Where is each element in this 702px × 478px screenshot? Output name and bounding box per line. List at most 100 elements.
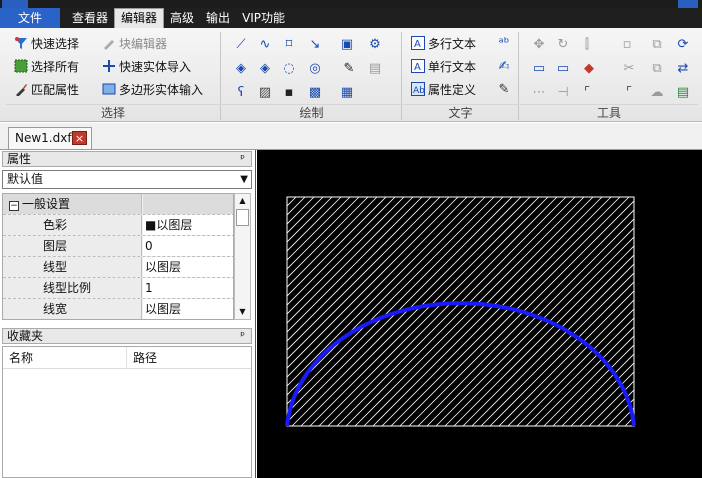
- rotate-icon[interactable]: ↻: [554, 36, 572, 54]
- tools-group: ✥ ↻ ⫿ ▫ ⧉ ⟳ ▭ ▭ ◆ ✂ ⧉ ⇄ ⋯ ⊣ ⌜ ⌜ ☁ ▤ 工具: [520, 32, 698, 120]
- stretch-icon[interactable]: ▭: [554, 60, 572, 78]
- favorites-panel-header: 收藏夹 ᵖ: [2, 328, 252, 344]
- drawing-svg: [285, 196, 636, 427]
- ellipse-tool-icon[interactable]: ◎: [306, 60, 324, 78]
- link-icon[interactable]: ⇄: [674, 60, 692, 78]
- property-row[interactable]: 线型比例 1: [3, 278, 233, 299]
- quick-entity-import-button[interactable]: 快速实体导入: [102, 57, 191, 77]
- image-tool-icon[interactable]: ▩: [306, 84, 324, 102]
- hatch-line: [381, 197, 612, 426]
- menu-vip[interactable]: VIP功能: [236, 8, 291, 28]
- import-icon: [102, 59, 116, 73]
- properties-panel-header: 属性 ᵖ: [2, 151, 252, 167]
- copy-icon[interactable]: ⧉: [648, 36, 666, 54]
- property-value[interactable]: ■以图层: [143, 215, 233, 235]
- column-path-header[interactable]: 路径: [127, 347, 157, 368]
- pencil-tool-icon[interactable]: ✎: [340, 60, 358, 78]
- menu-viewer[interactable]: 查看器: [66, 8, 114, 28]
- attribute-definition-button[interactable]: Ab 属性定义: [411, 80, 476, 100]
- chevron-down-icon[interactable]: ▼: [240, 171, 248, 188]
- hatch-line: [471, 263, 634, 426]
- properties-title: 属性: [7, 152, 32, 166]
- hatch-tool-icon[interactable]: ▨: [256, 84, 274, 102]
- single-text-button[interactable]: A 单行文本: [411, 57, 476, 77]
- select-all-button[interactable]: 选择所有: [14, 57, 79, 77]
- block-editor-button[interactable]: 块编辑器: [102, 34, 167, 54]
- document-tab[interactable]: New1.dxf ×: [8, 127, 92, 149]
- hatch-line: [570, 362, 634, 426]
- point-tool-icon[interactable]: ▪: [280, 84, 298, 102]
- property-scrollbar[interactable]: ▲ ▼: [234, 193, 251, 320]
- text-style-icon[interactable]: ᵃᵇ: [495, 35, 513, 53]
- paste-icon[interactable]: ⧉: [648, 60, 666, 78]
- collapse-icon[interactable]: −: [9, 201, 19, 211]
- mtext-button[interactable]: A 多行文本: [411, 34, 476, 54]
- move-icon[interactable]: ✥: [530, 36, 548, 54]
- text-pencil-icon[interactable]: ✎: [495, 81, 513, 99]
- mirror-icon[interactable]: ⫿: [578, 36, 596, 54]
- property-selector[interactable]: 默认值 ▼: [2, 170, 252, 189]
- pin-icon[interactable]: ᵖ: [240, 152, 245, 166]
- dots-icon[interactable]: ⋯: [530, 84, 548, 102]
- fillet-icon[interactable]: ⌜: [578, 84, 596, 102]
- edit-dropdown-icon[interactable]: ▤: [366, 60, 384, 78]
- favorites-pin-icon[interactable]: ᵖ: [240, 329, 245, 343]
- menu-editor[interactable]: 编辑器: [114, 8, 165, 28]
- menubar: 文件 查看器 编辑器 高级 输出 VIP功能: [0, 8, 702, 28]
- table-tool-icon[interactable]: ▦: [338, 84, 356, 102]
- line-tool-icon[interactable]: ⟋: [232, 36, 250, 54]
- shape-dropdown-icon[interactable]: ⚙: [366, 36, 384, 54]
- color-picker-icon[interactable]: ◆: [580, 60, 598, 78]
- property-value[interactable]: 0: [143, 236, 233, 256]
- arc-tool-icon[interactable]: ◌: [280, 60, 298, 78]
- property-row[interactable]: 色彩 ■以图层: [3, 215, 233, 236]
- explode-icon[interactable]: ✂: [620, 60, 638, 78]
- text-edit-icon[interactable]: ✍: [495, 58, 513, 76]
- scroll-up-icon[interactable]: ▲: [235, 194, 250, 208]
- property-row[interactable]: 线宽 以图层: [3, 299, 233, 319]
- document-tab-name: New1.dxf: [15, 131, 72, 145]
- insert-block-icon[interactable]: ▣: [338, 36, 356, 54]
- refresh-icon[interactable]: ⟳: [674, 36, 692, 54]
- scroll-thumb[interactable]: [236, 209, 249, 226]
- revcloud-tool-icon[interactable]: ʕ: [232, 84, 250, 102]
- hatch-line: [345, 197, 576, 426]
- hatch-line: [336, 197, 567, 426]
- hatch-line: [444, 236, 634, 426]
- quick-select-button[interactable]: 快速选择: [14, 34, 79, 54]
- draw-group-label: 绘制: [222, 104, 401, 120]
- menu-output[interactable]: 输出: [200, 8, 236, 28]
- cloud-icon[interactable]: ☁: [648, 84, 666, 102]
- polyline-tool-icon[interactable]: ∿: [256, 36, 274, 54]
- property-value[interactable]: 1: [143, 278, 233, 298]
- select-group-label: 选择: [6, 104, 220, 120]
- property-value[interactable]: 以图层: [143, 257, 233, 277]
- menu-file[interactable]: 文件: [0, 8, 60, 28]
- property-category-row[interactable]: − 一般设置: [3, 194, 233, 215]
- circle3p-tool-icon[interactable]: ◈: [256, 60, 274, 78]
- arc-entity[interactable]: [285, 301, 636, 427]
- export-icon[interactable]: ▤: [674, 84, 692, 102]
- match-properties-button[interactable]: 匹配属性: [14, 80, 79, 100]
- rectangle-tool-icon[interactable]: ⌑: [280, 36, 298, 54]
- block-editor-icon: [102, 36, 116, 50]
- column-name-header[interactable]: 名称: [3, 347, 127, 368]
- close-tab-icon[interactable]: ×: [72, 131, 87, 145]
- favorites-header-row: 名称 路径: [3, 347, 251, 369]
- hatch-line: [453, 245, 634, 426]
- property-value[interactable]: 以图层: [143, 299, 233, 319]
- circle-tool-icon[interactable]: ◈: [232, 60, 250, 78]
- scroll-down-icon[interactable]: ▼: [235, 305, 250, 319]
- menu-advanced[interactable]: 高级: [164, 8, 200, 28]
- extend-icon[interactable]: ⊣: [554, 84, 572, 102]
- spline-tool-icon[interactable]: ↘: [306, 36, 324, 54]
- property-row[interactable]: 图层 0: [3, 236, 233, 257]
- property-selector-value: 默认值: [7, 172, 44, 186]
- scale-icon[interactable]: ▭: [530, 60, 548, 78]
- drawing-canvas[interactable]: [257, 150, 702, 478]
- array-icon[interactable]: ▫: [618, 36, 636, 54]
- polygon-entity-input-button[interactable]: 多边形实体输入: [102, 80, 203, 100]
- chamfer-icon[interactable]: ⌜: [620, 84, 638, 102]
- property-row[interactable]: 线型 以图层: [3, 257, 233, 278]
- help-icon[interactable]: [678, 0, 698, 8]
